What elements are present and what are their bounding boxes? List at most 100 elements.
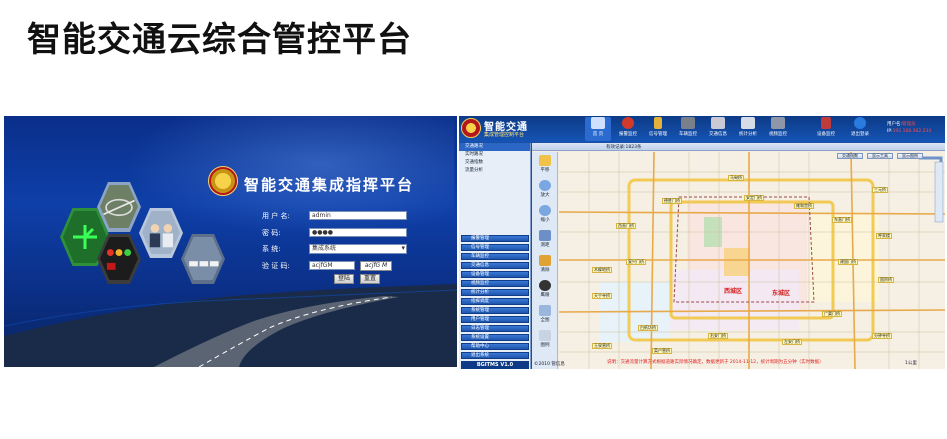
nav-signal[interactable]: 信号管理	[645, 117, 671, 141]
map-place[interactable]: 安定门桥	[744, 195, 764, 201]
sidebar-menu-item[interactable]: 系统设置	[461, 334, 529, 341]
zoom-in-tool[interactable]: 放大	[532, 180, 558, 202]
full-extent-tool[interactable]: 全图	[532, 305, 558, 327]
tool-label: 测距	[540, 243, 550, 248]
sidebar-menu-item[interactable]: 帮助中心	[461, 343, 529, 350]
map-place[interactable]: 德胜门桥	[662, 198, 682, 204]
username-input[interactable]: admin	[309, 211, 407, 220]
sidebar-menu-item[interactable]: 交通信息	[461, 262, 529, 269]
sidebar-brand: BGITMS V1.0	[461, 361, 529, 369]
nav-statistics[interactable]: 统计分析	[735, 117, 761, 141]
sidebar: 交通路况 实时路况 交通指数 流量分析 报警管理 信号管理 车辆监控 交通信息 …	[459, 143, 531, 369]
slide-title: 智能交通云综合管控平台	[27, 20, 412, 60]
nav-traffic-info[interactable]: 交通信息	[705, 117, 731, 141]
sidebar-header[interactable]: 交通路况	[459, 143, 530, 151]
camera-icon	[771, 117, 785, 129]
power-icon	[854, 117, 866, 129]
nav-label: 车辆监控	[679, 132, 697, 137]
legend-tool[interactable]: 图例	[532, 330, 558, 352]
sidebar-menu-item[interactable]: 用户管理	[461, 316, 529, 323]
sidebar-menu-item[interactable]: 设备管理	[461, 271, 529, 278]
nav-device[interactable]: 设备监控	[813, 117, 839, 141]
sidebar-menu-item[interactable]: 信号管理	[461, 244, 529, 251]
sidebar-menu-item[interactable]: 视频监控	[461, 280, 529, 287]
map-place[interactable]: 三元桥	[872, 187, 888, 193]
reset-button[interactable]: 重置	[360, 274, 380, 284]
vehicle-icon	[681, 117, 695, 129]
measure-tool[interactable]: 测距	[532, 230, 558, 252]
map-tools: 平移 放大 缩小 测距 清除 鹰眼 全图 图例	[532, 152, 558, 369]
sidebar-subitem[interactable]: 交通指数	[459, 159, 530, 167]
username-label: 用 户 名:	[262, 212, 290, 220]
map-place[interactable]: 广渠门桥	[822, 311, 842, 317]
map-place[interactable]: 白纸坊桥	[638, 325, 658, 331]
nav-video[interactable]: 视频监控	[765, 117, 791, 141]
tool-label: 放大	[540, 193, 550, 198]
nav-vehicle[interactable]: 车辆监控	[675, 117, 701, 141]
traffic-light-icon	[654, 117, 662, 129]
copyright-text: ©2010 管信息	[534, 362, 565, 367]
sidebar-subitem[interactable]: 流量分析	[459, 167, 530, 175]
traffic-index-button[interactable]: 交通指数	[837, 153, 863, 159]
sidebar-menu-item[interactable]: 报警管理	[461, 235, 529, 242]
captcha-label: 验 证 码:	[262, 262, 290, 270]
sidebar-menu-item[interactable]: 车辆监控	[461, 253, 529, 260]
globe-icon	[539, 305, 551, 316]
show-legend-button[interactable]: 显示图例	[897, 153, 923, 159]
road-illustration	[4, 284, 457, 367]
sidebar-menu-item[interactable]: 统计分析	[461, 289, 529, 296]
map-place[interactable]: 天宁寺桥	[592, 293, 612, 299]
map-place[interactable]: 右安门桥	[708, 333, 728, 339]
nav-alarm[interactable]: 报警监控	[615, 117, 641, 141]
map-place[interactable]: 西直门桥	[616, 223, 636, 229]
record-count: 有效记录:1823条	[606, 145, 642, 150]
sidebar-menu-item[interactable]: 日志管理	[461, 325, 529, 332]
captcha-input[interactable]: acjfGM	[309, 261, 355, 270]
home-icon	[591, 117, 605, 129]
map-place[interactable]: 东直门桥	[832, 217, 852, 223]
map-place[interactable]: 建国门桥	[838, 259, 858, 265]
map-place[interactable]: 木樨地桥	[592, 267, 612, 273]
overview-tool[interactable]: 鹰眼	[532, 280, 558, 302]
map-place[interactable]: 玉泉营桥	[592, 343, 612, 349]
tool-label: 图例	[540, 343, 550, 348]
clear-tool[interactable]: 清除	[532, 255, 558, 277]
map-scale: 1公里	[905, 361, 917, 366]
nav-label: 首 页	[592, 132, 604, 137]
user-info: 用户名:管理员 IP:192.168.362.234	[887, 121, 931, 135]
sidebar-menu-item[interactable]: 系统管理	[461, 307, 529, 314]
map-place[interactable]: 呼家楼	[876, 233, 892, 239]
district-label: 东城区	[772, 290, 791, 297]
nav-logout[interactable]: 退出登录	[847, 117, 873, 141]
map-place[interactable]: 雍和宫桥	[794, 203, 814, 209]
password-label: 密 码:	[262, 229, 281, 237]
zoom-out-tool[interactable]: 缩小	[532, 205, 558, 227]
user-name-value: 管理员	[902, 122, 916, 127]
police-emblem-icon	[208, 166, 238, 196]
nav-label: 交通信息	[709, 132, 727, 137]
nav-home[interactable]: 首 页	[585, 117, 611, 141]
captcha-image[interactable]: acjfG M	[360, 261, 392, 271]
system-select[interactable]: 集成系统	[309, 244, 407, 254]
sidebar-menu-item[interactable]: 退出系统	[461, 352, 529, 359]
login-button[interactable]: 登陆	[334, 274, 354, 284]
pan-tool[interactable]: 平移	[532, 155, 558, 177]
password-input[interactable]: ●●●●	[309, 228, 407, 237]
map-place[interactable]: 菜户营桥	[652, 348, 672, 354]
map-place[interactable]: 马甸桥	[728, 175, 744, 181]
sidebar-menu-item[interactable]: 指挥调度	[461, 298, 529, 305]
map-place[interactable]: 国贸桥	[878, 277, 894, 283]
login-title: 智能交通集成指挥平台	[244, 176, 415, 194]
legend-icon	[539, 330, 551, 341]
show-tools-button[interactable]: 显示工具	[867, 153, 893, 159]
district-label: 西城区	[724, 288, 743, 295]
map-place[interactable]: 分钟寺桥	[872, 333, 892, 339]
sidebar-subitem[interactable]: 实时路况	[459, 151, 530, 159]
map-place[interactable]: 左安门桥	[782, 339, 802, 345]
map-place[interactable]: 复兴门桥	[626, 259, 646, 265]
device-icon	[821, 117, 831, 129]
map-toolbar: 有效记录:1823条	[532, 143, 945, 151]
nav-label: 退出登录	[851, 132, 869, 137]
zoom-out-icon	[539, 205, 551, 216]
ip-value: 192.168.362.234	[892, 129, 932, 134]
